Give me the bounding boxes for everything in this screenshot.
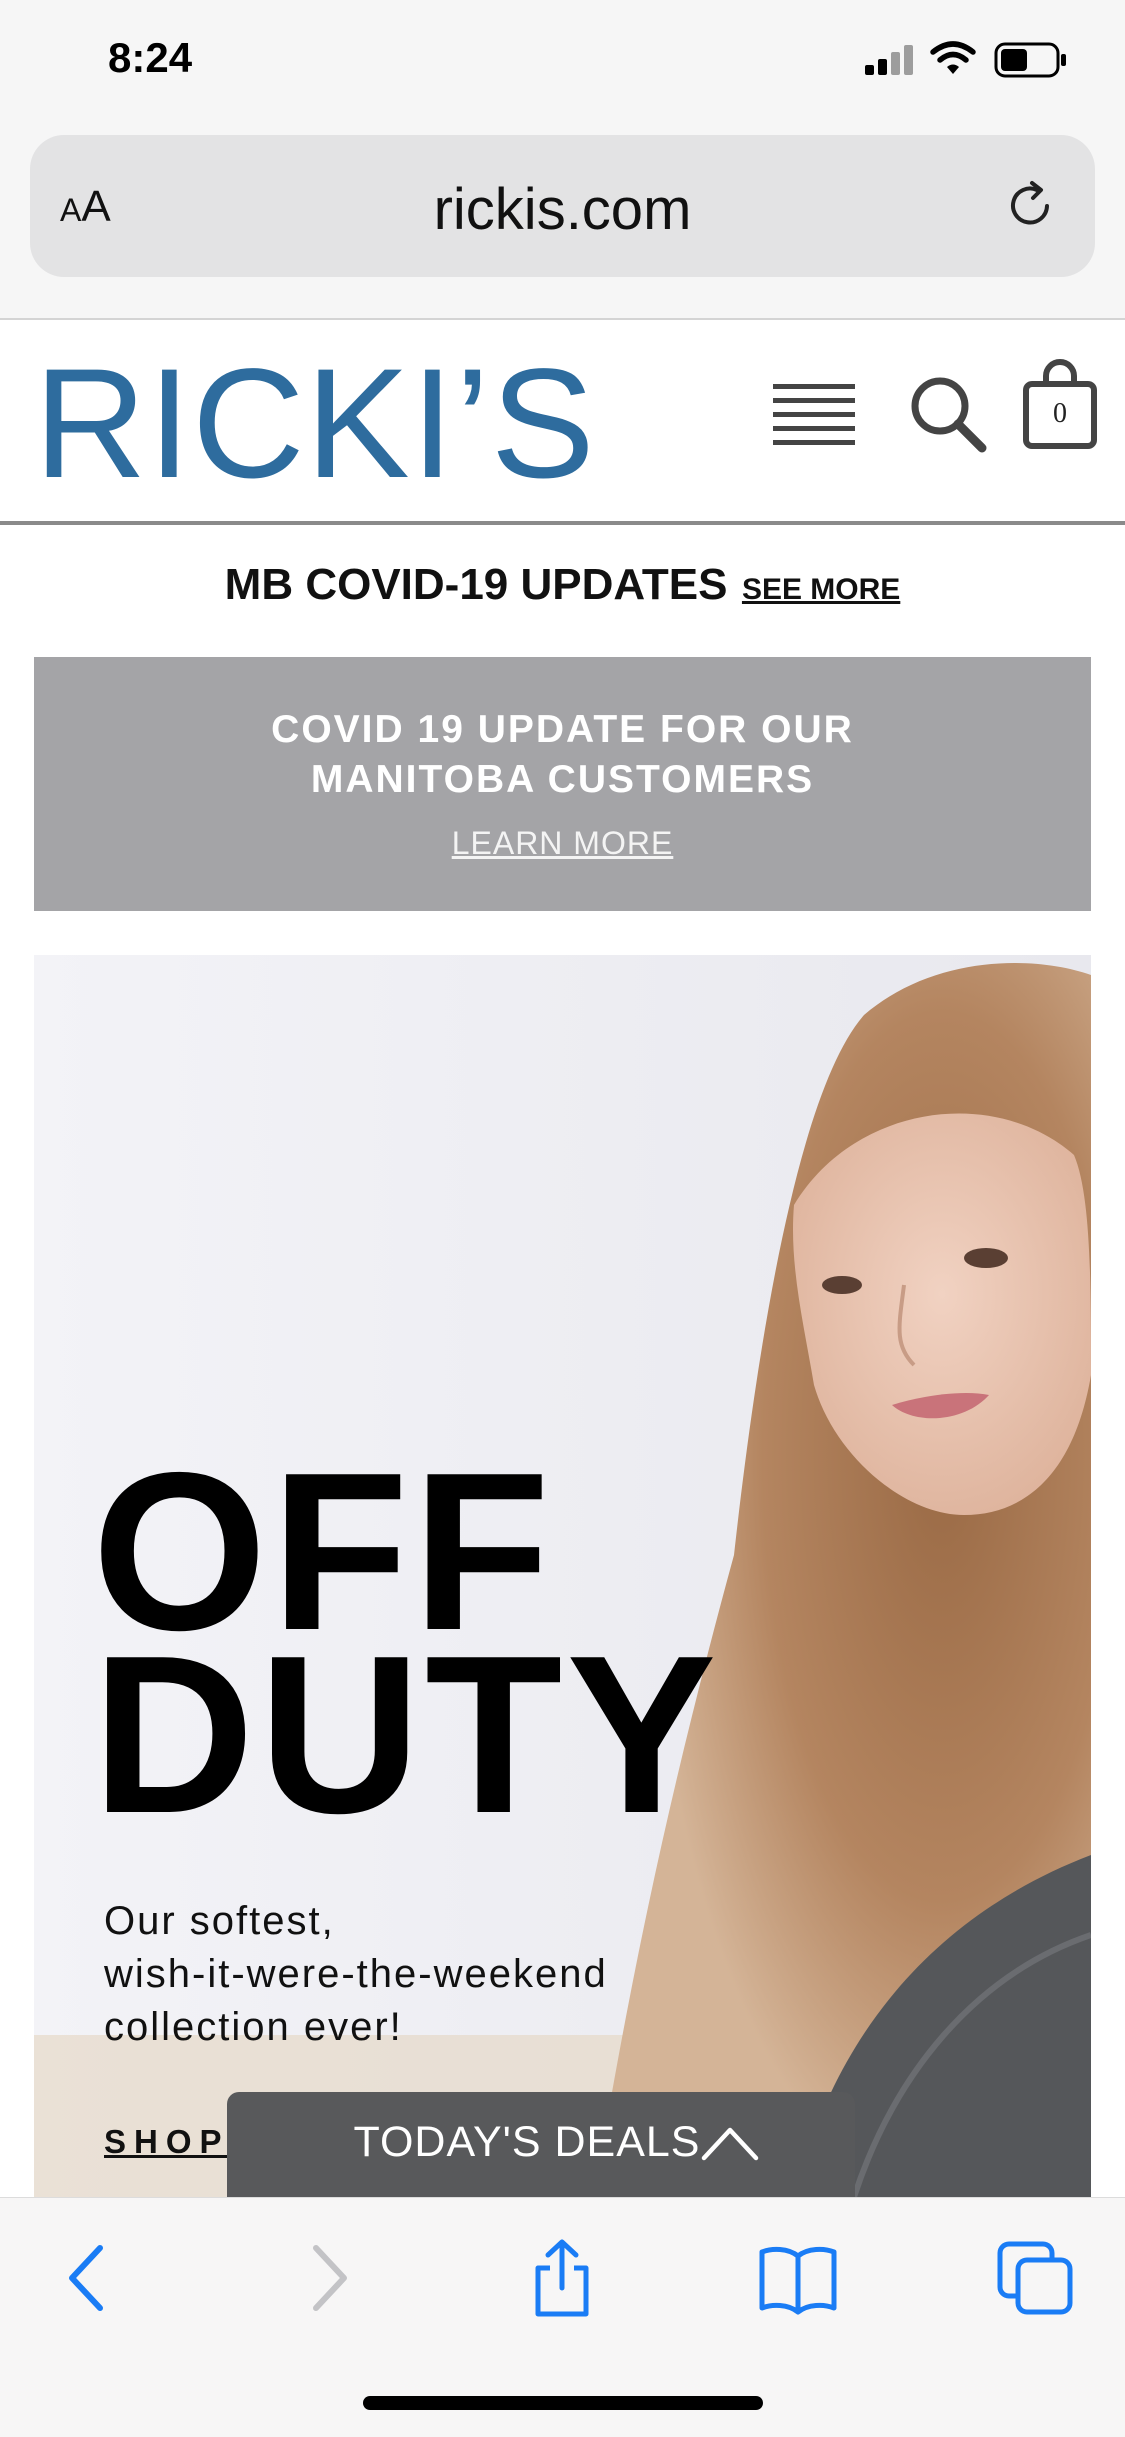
site-logo[interactable]: RICKI’S bbox=[34, 346, 596, 502]
hero-subtitle-line: Our softest, bbox=[104, 1899, 335, 1943]
covid-banner[interactable]: COVID 19 UPDATE FOR OUR MANITOBA CUSTOME… bbox=[34, 657, 1091, 911]
chevron-up-icon bbox=[701, 2127, 759, 2161]
hero-subtitle: Our softest, wish-it-were-the-weekend co… bbox=[104, 1895, 724, 2054]
hero-headline: OFF DUTY bbox=[92, 1439, 721, 1860]
see-more-link[interactable]: SEE MORE bbox=[742, 573, 900, 606]
share-icon[interactable] bbox=[522, 2238, 602, 2318]
tabs-icon[interactable] bbox=[996, 2238, 1076, 2318]
back-icon[interactable] bbox=[48, 2238, 128, 2318]
cart-count: 0 bbox=[1053, 398, 1067, 429]
home-indicator bbox=[363, 2396, 763, 2410]
learn-more-link[interactable]: LEARN MORE bbox=[34, 825, 1091, 862]
menu-icon[interactable] bbox=[773, 382, 855, 446]
battery-icon bbox=[994, 42, 1066, 78]
status-time: 8:24 bbox=[108, 34, 193, 81]
reload-icon[interactable] bbox=[1003, 179, 1057, 233]
hero-headline-line: DUTY bbox=[92, 1608, 721, 1860]
banner-title-line: COVID 19 UPDATE FOR OUR bbox=[271, 708, 854, 751]
hero-subtitle-line: collection ever! bbox=[104, 2005, 403, 2049]
forward-icon[interactable] bbox=[288, 2238, 368, 2318]
banner-title: COVID 19 UPDATE FOR OUR MANITOBA CUSTOME… bbox=[34, 705, 1091, 805]
covid-notice-title: MB COVID-19 UPDATES bbox=[224, 560, 728, 609]
covid-notice: MB COVID-19 UPDATES SEE MORE bbox=[0, 560, 1125, 610]
wifi-icon bbox=[930, 41, 976, 74]
todays-deals-tab[interactable]: TODAY'S DEALS bbox=[227, 2092, 855, 2200]
shop-link[interactable]: SHOP bbox=[104, 2123, 230, 2161]
bookmarks-icon[interactable] bbox=[758, 2238, 838, 2318]
hero-subtitle-line: wish-it-were-the-weekend bbox=[104, 1952, 608, 1996]
banner-title-line: MANITOBA CUSTOMERS bbox=[310, 758, 815, 801]
search-icon[interactable] bbox=[906, 372, 988, 454]
hero-banner[interactable]: OFF DUTY Our softest, wish-it-were-the-w… bbox=[34, 955, 1091, 2197]
url-text[interactable]: rickis.com bbox=[0, 176, 1125, 243]
signal-icon bbox=[865, 45, 917, 75]
